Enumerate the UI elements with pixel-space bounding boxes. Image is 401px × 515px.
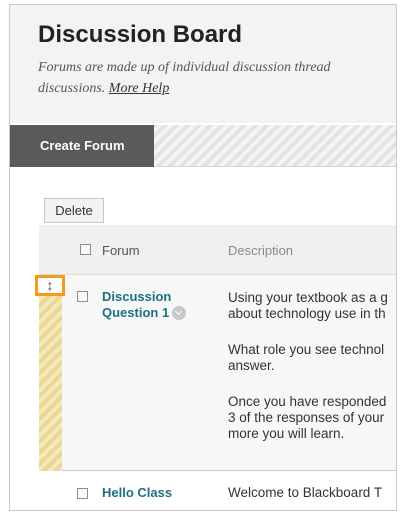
desc-text: more you will learn. bbox=[228, 426, 345, 441]
delete-button[interactable]: Delete bbox=[44, 198, 104, 223]
desc-text: about technology use in th bbox=[228, 306, 386, 321]
row-checkbox[interactable] bbox=[77, 291, 88, 302]
forum-link-discussion-question-1[interactable]: Discussion Question 1 bbox=[102, 289, 187, 321]
description-paragraph-2: What role you see technol answer. bbox=[228, 342, 396, 374]
desc-text: answer. bbox=[228, 358, 275, 373]
desc-text: Once you have responded bbox=[228, 394, 387, 409]
forum-link-hello-class[interactable]: Hello Class bbox=[102, 485, 172, 501]
forum-title-line-1: Discussion bbox=[102, 289, 172, 304]
desc-text: What role you see technol bbox=[228, 342, 385, 357]
table-row: ↕ Discussion Question 1 Using your textb… bbox=[35, 275, 396, 471]
description-paragraph-1: Using your textbook as a g about technol… bbox=[228, 290, 396, 322]
forum-title-line-2: Question 1 bbox=[102, 305, 170, 320]
column-header-description: Description bbox=[228, 243, 294, 258]
description-paragraph: Welcome to Blackboard T bbox=[228, 485, 383, 500]
create-forum-button[interactable]: Create Forum bbox=[10, 125, 154, 167]
description-line-2: discussions. bbox=[38, 81, 106, 96]
row-checkbox[interactable] bbox=[77, 488, 88, 499]
desc-text: 3 of the responses of your bbox=[228, 410, 385, 425]
desc-text: Using your textbook as a g bbox=[228, 290, 388, 305]
action-bar: Create Forum bbox=[10, 125, 396, 167]
discussion-board-panel: Discussion Board Forums are made up of i… bbox=[9, 4, 397, 511]
updown-arrow-icon[interactable]: ↕ bbox=[35, 275, 65, 296]
column-header-forum[interactable]: Forum bbox=[102, 243, 140, 258]
more-help-link[interactable]: More Help bbox=[109, 81, 170, 96]
table-row: Hello Class Welcome to Blackboard T bbox=[39, 472, 396, 510]
description-paragraph-3: Once you have responded 3 of the respons… bbox=[228, 394, 396, 442]
select-all-checkbox[interactable] bbox=[80, 244, 91, 255]
chevron-down-icon[interactable] bbox=[172, 306, 187, 320]
page-description: Forums are made up of individual discuss… bbox=[38, 57, 396, 99]
drag-strip bbox=[39, 275, 62, 471]
description-line-1: Forums are made up of individual discuss… bbox=[38, 60, 331, 75]
page-header: Discussion Board Forums are made up of i… bbox=[10, 5, 396, 123]
table-header: Forum Description bbox=[39, 225, 396, 275]
page-title: Discussion Board bbox=[38, 21, 243, 48]
